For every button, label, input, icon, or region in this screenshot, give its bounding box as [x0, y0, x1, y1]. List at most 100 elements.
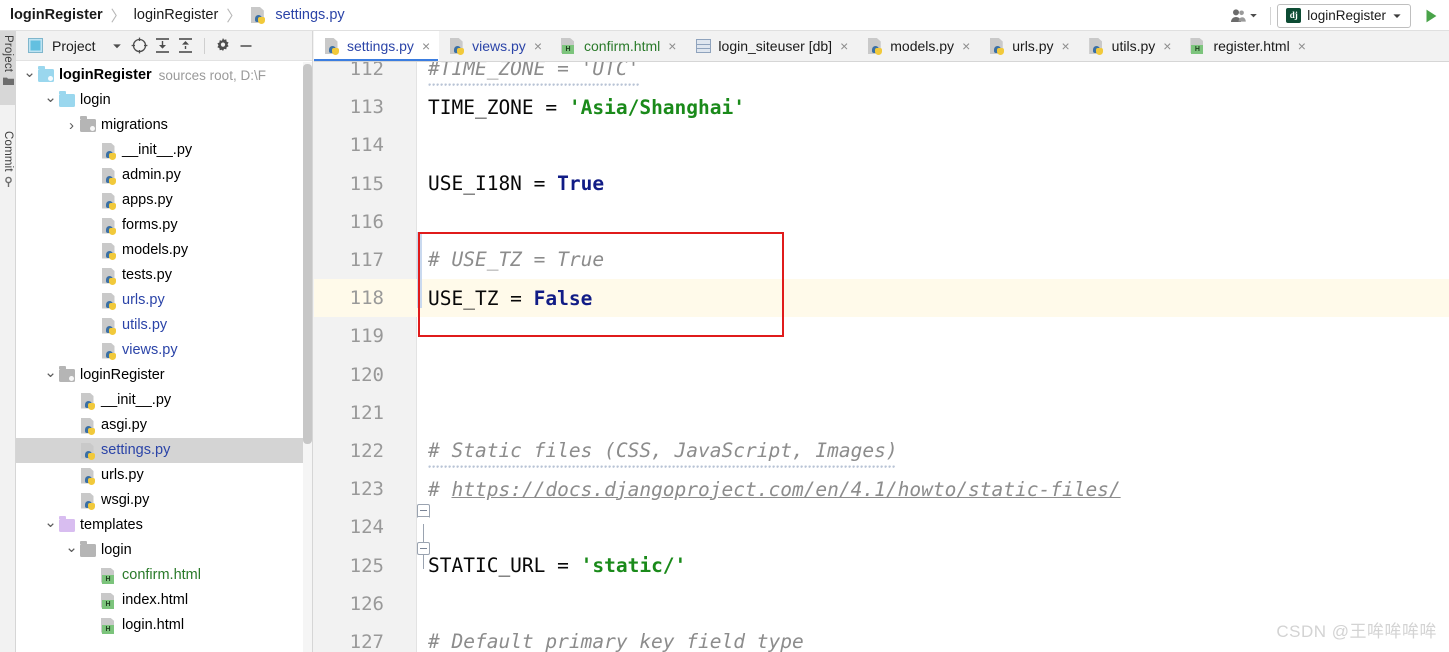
code-token: #TIME_ZONE = 'UTC' — [428, 62, 640, 81]
code-line[interactable]: 124 — [314, 508, 1449, 546]
tree-row[interactable]: __init__.py — [16, 388, 312, 413]
editor-tab[interactable]: utils.py × — [1079, 31, 1181, 61]
editor-tab[interactable]: settings.py × — [314, 31, 440, 61]
tree-item-label: utils.py — [122, 317, 168, 334]
code-line[interactable]: 116 — [314, 203, 1449, 241]
tree-row[interactable]: forms.py — [16, 213, 312, 238]
tree-row[interactable]: ⌄ login — [16, 538, 312, 563]
folder-source-root-icon — [38, 66, 54, 82]
vcs-change-marker[interactable] — [417, 232, 422, 308]
close-tab-icon[interactable]: × — [668, 39, 676, 53]
code-line[interactable]: 119 — [314, 317, 1449, 355]
code-line[interactable]: 114 — [314, 126, 1449, 164]
tree-row[interactable]: ⌄ loginRegister — [16, 363, 312, 388]
python-file-icon — [101, 342, 117, 360]
tool-window-tab-project[interactable]: Project — [0, 31, 16, 105]
html-file-icon: H — [101, 617, 117, 634]
close-tab-icon[interactable]: × — [1061, 39, 1069, 53]
chevron-down-icon[interactable]: ⌄ — [43, 515, 58, 532]
tree-row[interactable]: apps.py — [16, 188, 312, 213]
chevron-down-icon[interactable]: ⌄ — [22, 65, 37, 82]
python-file-icon — [249, 7, 267, 24]
editor-tab[interactable]: login_siteuser [db] × — [685, 31, 857, 61]
inspection-squiggle — [428, 82, 639, 87]
python-file-icon — [324, 38, 340, 55]
tree-row[interactable]: tests.py — [16, 263, 312, 288]
close-tab-icon[interactable]: × — [1298, 39, 1306, 53]
tree-row[interactable]: › migrations — [16, 113, 312, 138]
tree-row[interactable]: settings.py — [16, 438, 312, 463]
code-line[interactable]: 115 USE_I18N = True — [314, 165, 1449, 203]
editor-tab[interactable]: Hconfirm.html × — [551, 31, 685, 61]
breadcrumb-item-module[interactable]: loginRegister — [130, 0, 223, 30]
breadcrumb-item-file[interactable]: settings.py — [273, 0, 348, 30]
code-line[interactable]: 112 #TIME_ZONE = 'UTC' — [314, 62, 1449, 88]
python-file-icon — [989, 38, 1005, 55]
code-line[interactable]: 113 TIME_ZONE = 'Asia/Shanghai' — [314, 88, 1449, 126]
editor-tab[interactable]: urls.py × — [979, 31, 1078, 61]
code-line[interactable]: 123 # https://docs.djangoproject.com/en/4… — [314, 470, 1449, 508]
code-line[interactable]: 122 # Static files (CSS, JavaScript, Imag… — [314, 432, 1449, 470]
code-line[interactable]: 120 — [314, 356, 1449, 394]
project-file-tree[interactable]: ⌄ loginRegister sources root, D:\F ⌄ login › m… — [16, 62, 312, 652]
tree-row[interactable]: utils.py — [16, 313, 312, 338]
close-tab-icon[interactable]: × — [534, 39, 542, 53]
editor-tab[interactable]: views.py × — [439, 31, 551, 61]
tree-row[interactable]: views.py — [16, 338, 312, 363]
line-number: 122 — [349, 440, 384, 463]
chevron-down-icon[interactable]: ⌄ — [64, 540, 79, 557]
line-number: 118 — [349, 287, 384, 310]
tree-row[interactable]: admin.py — [16, 163, 312, 188]
tree-row[interactable]: ⌄ templates — [16, 513, 312, 538]
close-tab-icon[interactable]: × — [962, 39, 970, 53]
code-line[interactable]: 125 STATIC_URL = 'static/' — [314, 547, 1449, 585]
project-tree-scroll-thumb[interactable] — [303, 64, 312, 444]
python-file-icon — [101, 267, 117, 285]
chevron-down-icon[interactable]: ⌄ — [43, 365, 58, 382]
chevron-right-icon[interactable]: › — [64, 117, 79, 134]
close-tab-icon[interactable]: × — [1163, 39, 1171, 53]
tree-row[interactable]: asgi.py — [16, 413, 312, 438]
tree-row[interactable]: urls.py — [16, 463, 312, 488]
tree-row[interactable]: models.py — [16, 238, 312, 263]
code-line[interactable]: 118 USE_TZ = False — [314, 279, 1449, 318]
scroll-from-source-icon[interactable] — [130, 36, 150, 56]
breadcrumb-item-project[interactable]: loginRegister — [6, 0, 107, 30]
tree-row[interactable]: __init__.py — [16, 138, 312, 163]
python-file-icon — [80, 442, 96, 460]
code-editor[interactable]: 112 #TIME_ZONE = 'UTC' 113 TIME_ZONE = 'Asi… — [314, 62, 1449, 652]
tool-window-tab-commit[interactable]: Commit — [0, 127, 16, 211]
tree-row[interactable]: ⌄ loginRegister sources root, D:\F — [16, 63, 312, 88]
project-tree-scrollbar[interactable] — [303, 62, 312, 652]
code-lines[interactable]: 112 #TIME_ZONE = 'UTC' 113 TIME_ZONE = 'Asi… — [314, 62, 1449, 652]
code-line[interactable]: 117 # USE_TZ = True — [314, 241, 1449, 279]
tree-row[interactable]: Hindex.html — [16, 588, 312, 613]
editor-tab[interactable]: Hregister.html × — [1180, 31, 1314, 61]
tree-item-label: wsgi.py — [101, 492, 150, 509]
collapse-all-icon[interactable] — [176, 36, 196, 56]
chevron-down-icon[interactable] — [107, 36, 127, 56]
tree-item-label: admin.py — [122, 167, 181, 184]
toolbar-divider — [203, 37, 205, 54]
python-file-icon — [449, 38, 465, 55]
tree-row[interactable]: wsgi.py — [16, 488, 312, 513]
run-configuration-selector[interactable]: dj loginRegister — [1277, 3, 1411, 28]
chevron-down-icon[interactable]: ⌄ — [43, 90, 58, 107]
code-line[interactable]: 121 — [314, 394, 1449, 432]
settings-gear-icon[interactable] — [213, 36, 233, 56]
close-tab-icon[interactable]: × — [840, 39, 848, 53]
tree-item-icon — [79, 492, 97, 510]
expand-all-icon[interactable] — [153, 36, 173, 56]
run-button[interactable] — [1417, 8, 1445, 24]
hide-panel-icon[interactable] — [236, 36, 256, 56]
editor-area: settings.py × views.py × Hconfirm.html × login… — [314, 31, 1449, 652]
editor-tab[interactable]: models.py × — [857, 31, 979, 61]
project-panel-toolbar: Project — [16, 31, 312, 61]
tree-row[interactable]: urls.py — [16, 288, 312, 313]
tree-row[interactable]: Hconfirm.html — [16, 563, 312, 588]
user-accounts-button[interactable] — [1224, 4, 1264, 28]
close-tab-icon[interactable]: × — [422, 39, 430, 53]
tree-row[interactable]: Hlogin.html — [16, 613, 312, 638]
tree-row[interactable]: ⌄ login — [16, 88, 312, 113]
tree-item-label: migrations — [101, 117, 168, 134]
